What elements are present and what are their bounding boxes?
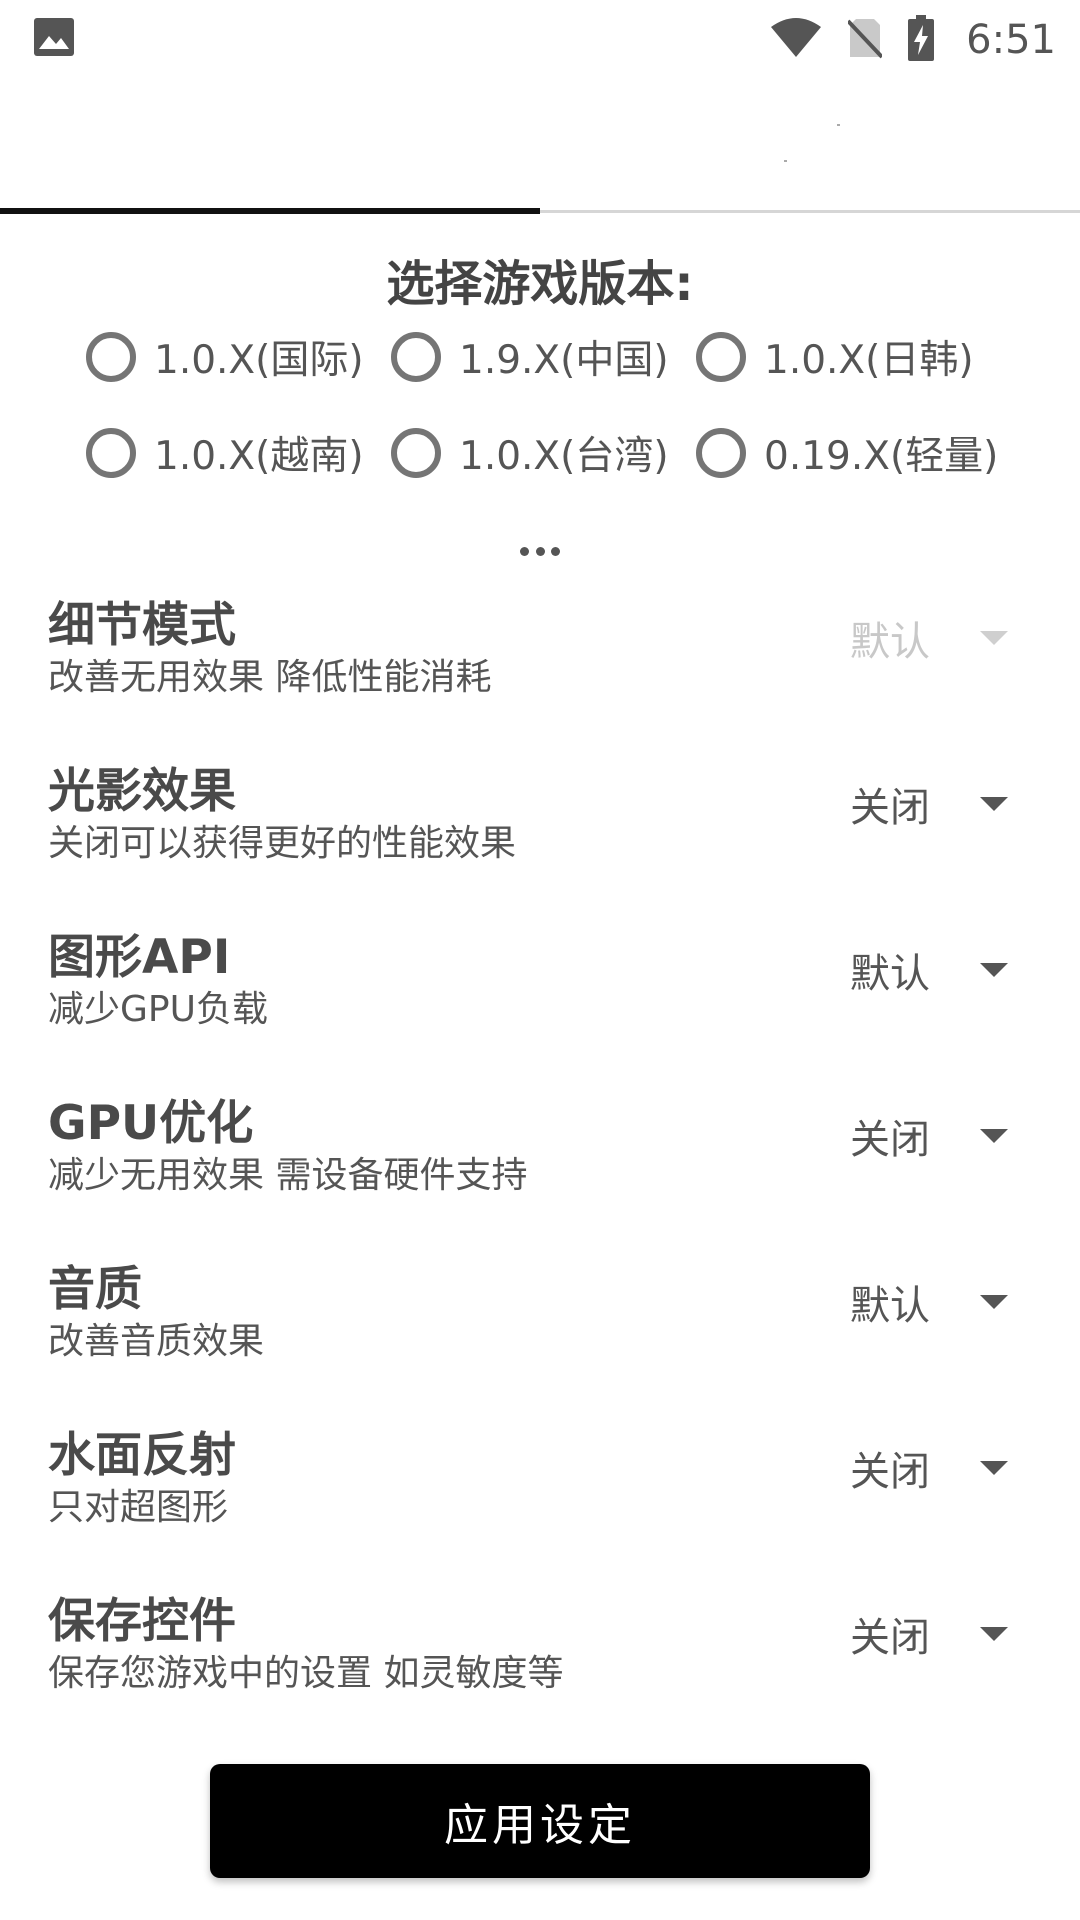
setting-title: 细节模式 bbox=[48, 598, 236, 653]
version-option-label: 1.0.X(台湾) bbox=[459, 434, 669, 479]
setting-dropdown[interactable]: 默认 bbox=[850, 606, 1030, 670]
setting-description: 改善音质效果 bbox=[48, 1321, 265, 1362]
setting-graphics-api: 图形API 减少GPU负载 默认 bbox=[0, 918, 1080, 1078]
setting-description: 保存您游戏中的设置 如灵敏度等 bbox=[48, 1653, 564, 1694]
status-bar: 6:51 bbox=[0, 0, 1080, 80]
version-option[interactable]: 1.0.X(越南) bbox=[86, 425, 391, 481]
setting-dropdown[interactable]: 关闭 bbox=[850, 1436, 1030, 1500]
setting-value: 默认 bbox=[850, 619, 930, 665]
setting-water-reflection: 水面反射 只对超图形 关闭 bbox=[0, 1416, 1080, 1576]
setting-value: 关闭 bbox=[850, 785, 930, 831]
dropdown-arrow-icon bbox=[980, 797, 1008, 811]
setting-title: GPU优化 bbox=[48, 1096, 254, 1151]
version-row: 1.0.X(国际) 1.9.X(中国) 1.0.X(日韩) bbox=[86, 324, 1001, 390]
radio-unchecked-icon[interactable] bbox=[391, 332, 441, 382]
wifi-icon bbox=[770, 17, 822, 63]
radio-unchecked-icon[interactable] bbox=[391, 428, 441, 478]
setting-value: 默认 bbox=[850, 1283, 930, 1329]
version-option[interactable]: 1.0.X(国际) bbox=[86, 329, 391, 385]
more-icon[interactable] bbox=[520, 546, 560, 556]
setting-dropdown[interactable]: 关闭 bbox=[850, 1104, 1030, 1168]
version-option[interactable]: 1.0.X(台湾) bbox=[391, 425, 696, 481]
dropdown-arrow-icon bbox=[980, 1295, 1008, 1309]
tab-faint-mark bbox=[837, 124, 840, 126]
setting-description: 改善无用效果 降低性能消耗 bbox=[48, 657, 492, 698]
battery-charging-icon bbox=[908, 15, 935, 65]
setting-description: 减少无用效果 需设备硬件支持 bbox=[48, 1155, 528, 1196]
dropdown-arrow-icon bbox=[980, 1461, 1008, 1475]
version-option-label: 0.19.X(轻量) bbox=[764, 434, 999, 479]
version-row: 1.0.X(越南) 1.0.X(台湾) 0.19.X(轻量) bbox=[86, 420, 1001, 486]
setting-save-controls: 保存控件 保存您游戏中的设置 如灵敏度等 关闭 bbox=[0, 1582, 1080, 1742]
setting-title: 水面反射 bbox=[48, 1428, 236, 1483]
setting-value: 关闭 bbox=[850, 1449, 930, 1495]
setting-detail-mode: 细节模式 改善无用效果 降低性能消耗 默认 bbox=[0, 586, 1080, 746]
dropdown-arrow-icon bbox=[980, 631, 1008, 645]
image-icon bbox=[34, 18, 74, 56]
setting-dropdown[interactable]: 默认 bbox=[850, 938, 1030, 1002]
version-option[interactable]: 1.0.X(日韩) bbox=[696, 329, 1001, 385]
status-time: 6:51 bbox=[966, 17, 1056, 63]
radio-unchecked-icon[interactable] bbox=[86, 332, 136, 382]
version-title: 选择游戏版本: bbox=[386, 256, 694, 312]
setting-title: 光影效果 bbox=[48, 764, 236, 819]
dropdown-arrow-icon bbox=[980, 1129, 1008, 1143]
tab-faint-mark bbox=[784, 160, 787, 162]
dropdown-arrow-icon bbox=[980, 1627, 1008, 1641]
version-option-label: 1.0.X(国际) bbox=[154, 338, 364, 383]
tab-indicator bbox=[0, 208, 540, 214]
tab-first[interactable] bbox=[0, 80, 540, 216]
setting-sound-quality: 音质 改善音质效果 默认 bbox=[0, 1250, 1080, 1410]
radio-unchecked-icon[interactable] bbox=[696, 332, 746, 382]
no-sim-icon bbox=[846, 17, 884, 63]
radio-unchecked-icon[interactable] bbox=[86, 428, 136, 478]
setting-title: 图形API bbox=[48, 930, 231, 985]
setting-description: 只对超图形 bbox=[48, 1487, 229, 1528]
setting-dropdown[interactable]: 默认 bbox=[850, 1270, 1030, 1334]
apply-settings-button[interactable]: 应用设定 bbox=[210, 1764, 870, 1878]
version-option-label: 1.0.X(日韩) bbox=[764, 338, 974, 383]
setting-value: 默认 bbox=[850, 951, 930, 997]
setting-title: 音质 bbox=[48, 1262, 142, 1317]
version-option-label: 1.9.X(中国) bbox=[459, 338, 669, 383]
tab-bar bbox=[0, 80, 1080, 216]
radio-unchecked-icon[interactable] bbox=[696, 428, 746, 478]
setting-dropdown[interactable]: 关闭 bbox=[850, 1602, 1030, 1666]
setting-title: 保存控件 bbox=[48, 1594, 236, 1649]
version-option[interactable]: 1.9.X(中国) bbox=[391, 329, 696, 385]
setting-value: 关闭 bbox=[850, 1117, 930, 1163]
version-option-label: 1.0.X(越南) bbox=[154, 434, 364, 479]
setting-description: 关闭可以获得更好的性能效果 bbox=[48, 823, 517, 864]
setting-lighting: 光影效果 关闭可以获得更好的性能效果 关闭 bbox=[0, 752, 1080, 912]
setting-gpu-optimization: GPU优化 减少无用效果 需设备硬件支持 关闭 bbox=[0, 1084, 1080, 1244]
tab-second[interactable] bbox=[540, 80, 1080, 216]
dropdown-arrow-icon bbox=[980, 963, 1008, 977]
setting-description: 减少GPU负载 bbox=[48, 989, 268, 1030]
tab-divider bbox=[540, 210, 1080, 213]
version-option[interactable]: 0.19.X(轻量) bbox=[696, 425, 1001, 481]
setting-value: 关闭 bbox=[850, 1615, 930, 1661]
setting-dropdown[interactable]: 关闭 bbox=[850, 772, 1030, 836]
